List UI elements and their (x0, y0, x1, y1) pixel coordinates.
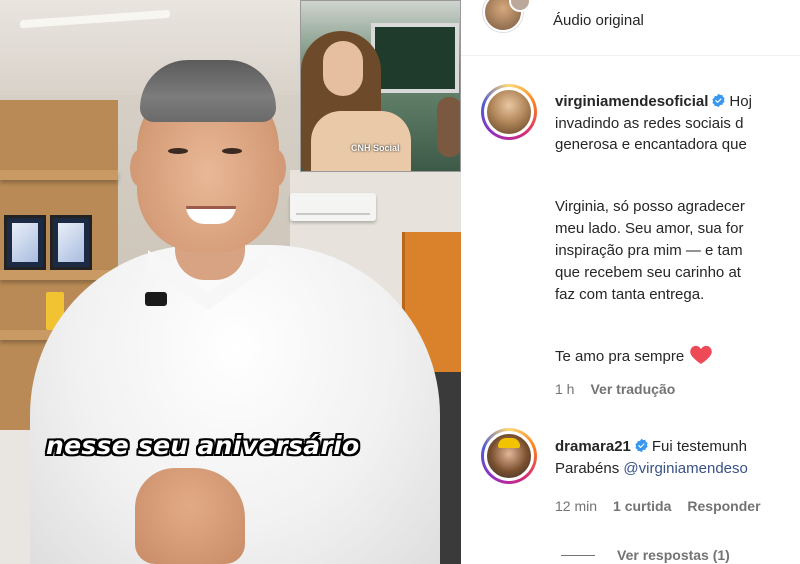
eye (168, 148, 188, 154)
video-panel[interactable]: CNH Social nesse seu aniversário (0, 0, 461, 564)
reply-button[interactable]: Responder (687, 498, 760, 514)
grey-hair (140, 60, 276, 122)
username-virginiamendesoficial[interactable]: virginiamendesoficial (555, 93, 708, 110)
comment-time: 1 h (555, 381, 575, 397)
see-translation-link[interactable]: Ver tradução (590, 381, 675, 397)
eye (222, 148, 242, 154)
comment-text-segment: Hoj (729, 93, 752, 110)
comment-first-line: virginiamendesoficial Hoj (555, 91, 752, 113)
mention-link[interactable]: @virginiamendeso (623, 460, 747, 477)
inset-video-frame: CNH Social (300, 0, 461, 172)
avatar-virginiamendesoficial[interactable] (481, 84, 537, 140)
comment-text-line: generosa e encantadora que (555, 136, 747, 153)
verified-badge-icon (712, 93, 726, 108)
comment-meta: 12 min 1 curtida Responder (555, 498, 777, 514)
comments-panel[interactable]: Áudio original virginiamendesoficial Hoj … (461, 0, 800, 564)
comment-first-line: dramara21 Fui testemunh (555, 436, 747, 458)
post-header: Áudio original (461, 0, 800, 56)
comment-text-segment: Fui testemunh (651, 438, 747, 455)
view-replies-row[interactable]: Ver respostas (1) (561, 547, 730, 563)
inset-woman-body (311, 111, 411, 171)
comment-text-line: invadindo as redes sociais d (555, 115, 744, 132)
comment-text-line: que recebem seu carinho at (555, 264, 741, 281)
shelf-board (0, 170, 118, 180)
clasped-hands (135, 468, 245, 564)
replies-divider (561, 555, 595, 556)
red-heart-icon (690, 345, 712, 364)
verified-badge-icon (635, 438, 648, 453)
audio-label[interactable]: Áudio original (553, 12, 644, 29)
ceiling-light (20, 9, 170, 29)
video-caption: nesse seu aniversário (46, 431, 360, 460)
comment-text-line: Parabéns @virginiamendeso (555, 458, 748, 480)
inset-woman-face (323, 41, 363, 96)
comment-closing-text: Te amo pra sempre (555, 348, 685, 365)
likes-count[interactable]: 1 curtida (613, 498, 671, 514)
username-dramara21[interactable]: dramara21 (555, 438, 631, 455)
lapel-mic-icon (145, 292, 167, 306)
picture-frame (50, 215, 92, 270)
avatar-image (484, 87, 534, 137)
inset-watermark: CNH Social (351, 143, 400, 153)
inset-window (371, 23, 459, 93)
comment-text-line: faz com tanta entrega. (555, 286, 705, 303)
comment-text-line: Virginia, só posso agradecer (555, 198, 745, 215)
comment-text-segment: Parabéns (555, 460, 624, 477)
view-replies-link[interactable]: Ver respostas (1) (617, 547, 730, 563)
comment-text-line: inspiração pra mim — e tam (555, 242, 743, 259)
air-conditioner (290, 193, 376, 221)
picture-frame (4, 215, 46, 270)
comment-meta: 1 h Ver tradução (555, 381, 691, 397)
inset-background-person (437, 97, 460, 157)
comment-text-line: meu lado. Seu amor, sua for (555, 220, 744, 237)
avatar-image (484, 431, 534, 481)
avatar-dramara21[interactable] (481, 428, 537, 484)
comment-time: 12 min (555, 498, 598, 514)
comment-closing-line: Te amo pra sempre (555, 345, 712, 368)
